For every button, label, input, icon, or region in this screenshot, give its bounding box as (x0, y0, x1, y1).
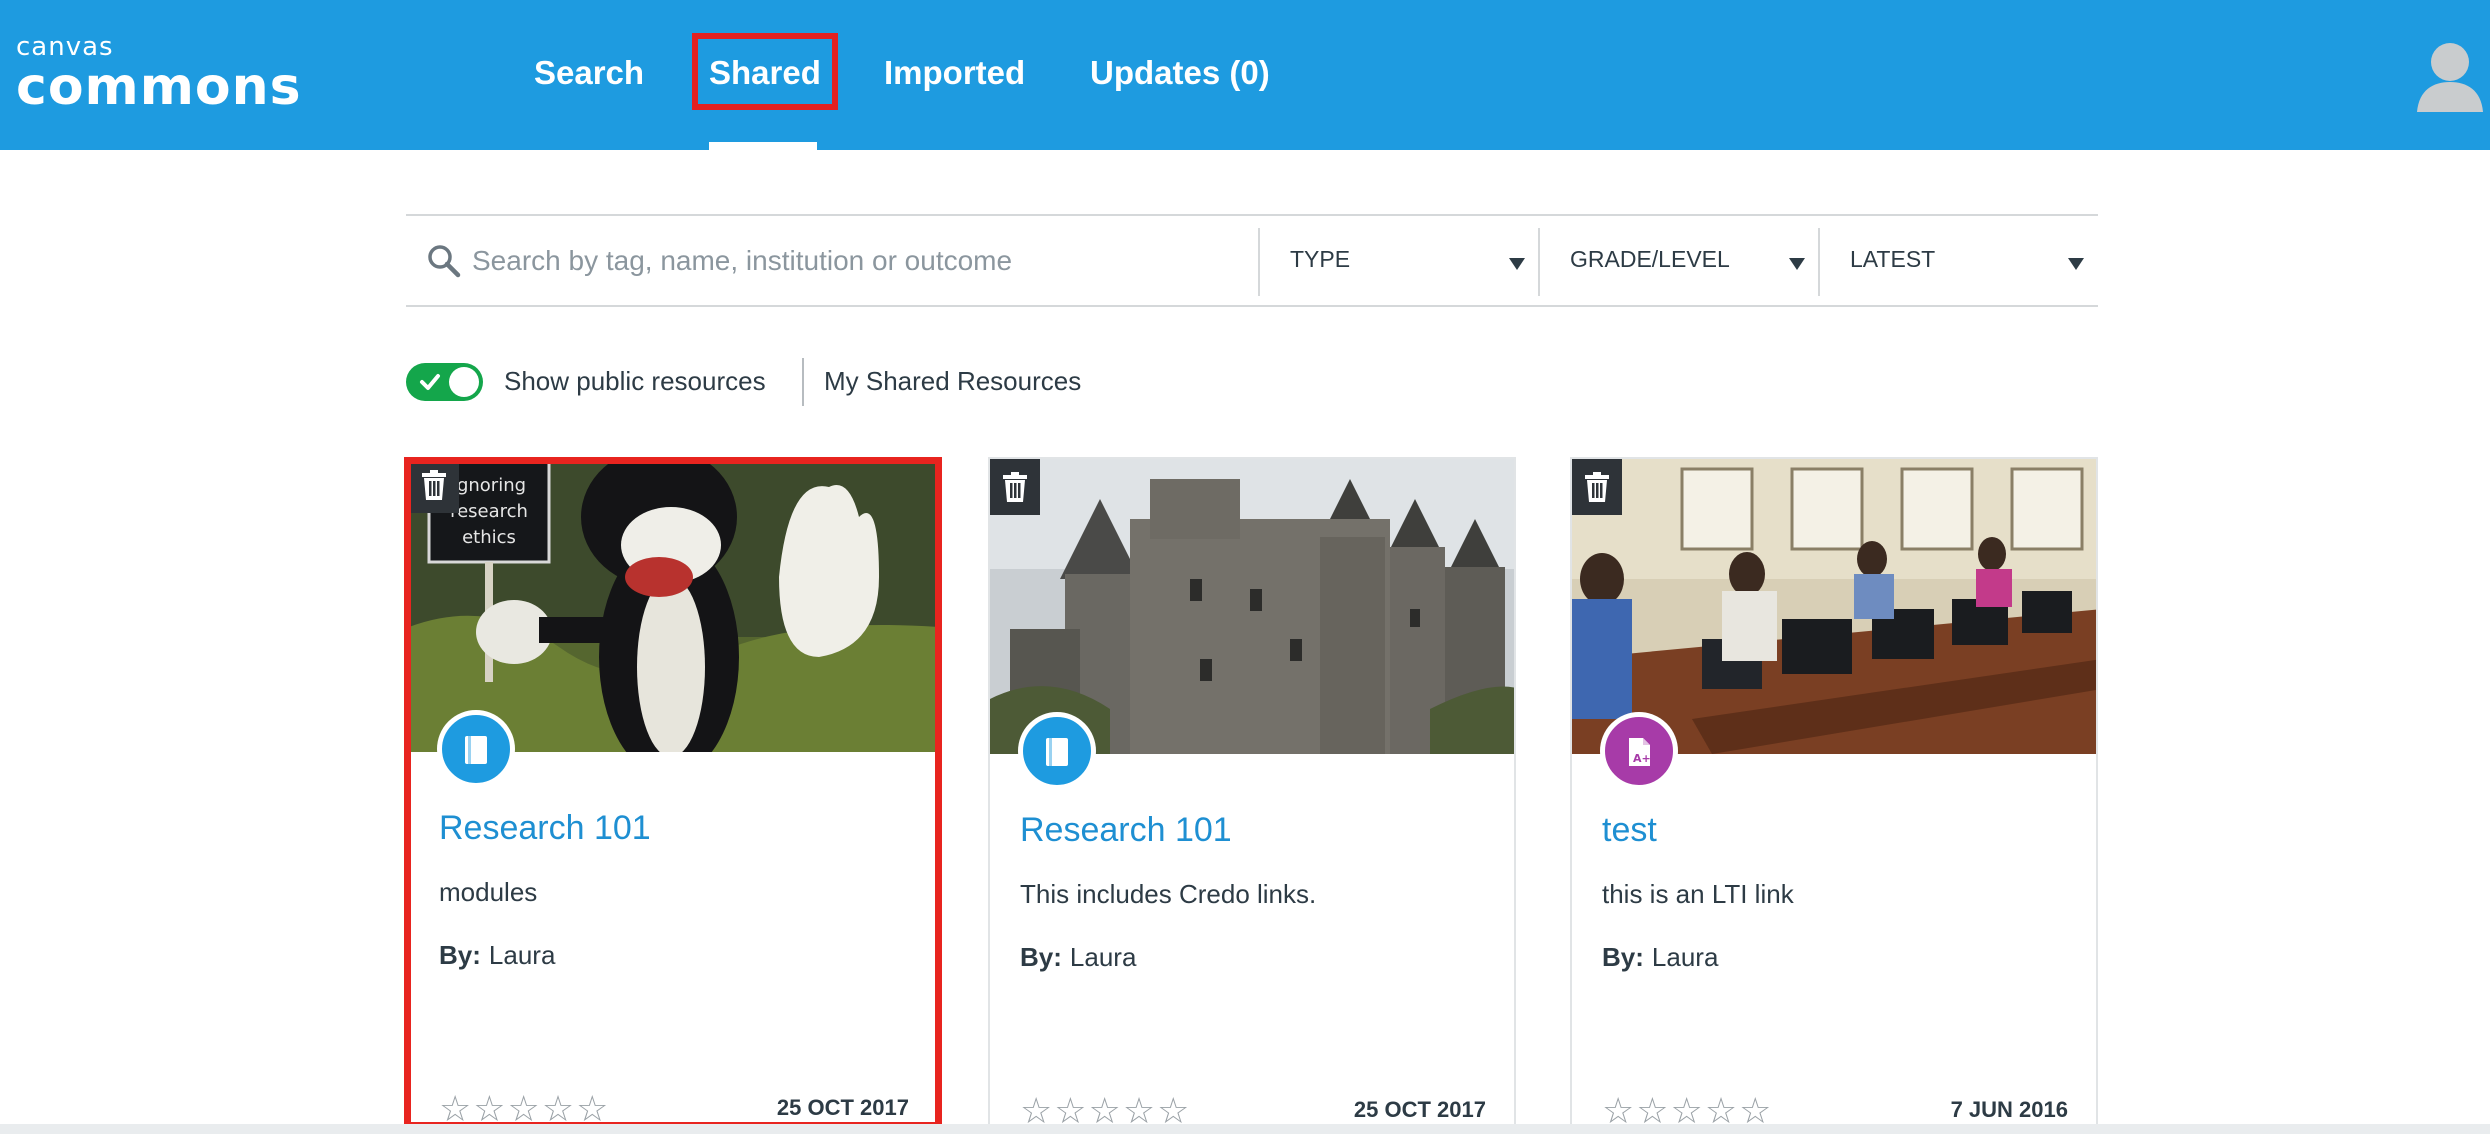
show-public-resources-label[interactable]: Show public resources (504, 366, 766, 397)
active-tab-highlight-box (692, 33, 838, 110)
show-public-resources-toggle[interactable] (406, 363, 483, 401)
star-rating[interactable]: ☆☆☆☆☆ (439, 1089, 610, 1129)
caret-down-icon (1789, 258, 1805, 270)
my-shared-resources-link[interactable]: My Shared Resources (824, 366, 1081, 397)
castle-image (990, 459, 1514, 754)
active-tab-underline (709, 142, 817, 150)
sort-latest-label: LATEST (1850, 246, 1936, 272)
caret-down-icon (1509, 258, 1525, 270)
grade-level-filter-label: GRADE/LEVEL (1570, 246, 1730, 272)
author-label: By: (439, 940, 481, 970)
author-label: By: (1020, 942, 1062, 972)
sort-latest-select[interactable]: LATEST (1818, 228, 2098, 296)
resource-card-test[interactable]: A+ test this is an LTI link By: Laura ☆☆☆… (1570, 457, 2098, 1134)
card-author: By: Laura (1020, 942, 1136, 973)
delete-resource-button[interactable] (990, 459, 1040, 515)
card-thumbnail-image[interactable] (990, 459, 1514, 754)
sign-text-line-3: ethics (462, 527, 516, 548)
sign-text-line-2: research (450, 501, 528, 522)
card-title-link[interactable]: test (1602, 811, 1657, 850)
computer-lab-image (1572, 459, 2096, 754)
author-label: By: (1602, 942, 1644, 972)
delete-resource-button[interactable] (1572, 459, 1622, 515)
card-author: By: Laura (439, 940, 555, 971)
toggle-knob (449, 367, 479, 397)
type-filter-select[interactable]: TYPE (1258, 228, 1539, 296)
nav-tab-search[interactable]: Search (534, 50, 644, 96)
document-grade-icon: A+ (1629, 738, 1651, 766)
user-avatar[interactable] (2415, 34, 2485, 112)
assignment-type-badge: A+ (1600, 712, 1678, 790)
author-name: Laura (488, 940, 556, 970)
app-header: canvas commons Search Shared Imported Up… (0, 0, 2490, 150)
card-author: By: Laura (1602, 942, 1718, 973)
author-name: Laura (1069, 942, 1137, 972)
card-description: modules (439, 877, 538, 907)
sign-text-line-1: ignoring (452, 475, 526, 496)
toggle-row-divider (802, 358, 804, 406)
book-icon (465, 736, 487, 764)
checkmark-icon (420, 374, 440, 390)
card-description: this is an LTI link (1602, 879, 1794, 909)
book-icon (1046, 738, 1068, 766)
card-date: 7 JUN 2016 (1950, 1097, 2068, 1122)
trash-icon (1003, 472, 1027, 502)
nav-tab-updates[interactable]: Updates (0) (1090, 50, 1270, 96)
caret-down-icon (2068, 258, 2084, 270)
course-type-badge (437, 710, 515, 788)
card-thumbnail-image[interactable]: ignoring research ethics (409, 457, 937, 752)
card-date: 25 OCT 2017 (1353, 1097, 1486, 1122)
nav-tab-imported[interactable]: Imported (884, 50, 1025, 96)
delete-resource-button[interactable] (409, 457, 459, 513)
grade-level-filter-select[interactable]: GRADE/LEVEL (1538, 228, 1819, 296)
card-thumbnail-image[interactable] (1572, 459, 2096, 754)
user-silhouette-icon (2417, 43, 2483, 112)
resource-card-research-101-modules[interactable]: ignoring research ethics Research 101 mo… (409, 457, 937, 1134)
search-icon (428, 245, 461, 278)
search-filter-bar: TYPE GRADE/LEVEL LATEST (406, 214, 2098, 307)
canvas-commons-logo[interactable]: canvas commons (16, 34, 302, 113)
resource-card-research-101-credo[interactable]: Research 101 This includes Credo links. … (988, 457, 1516, 1134)
card-description: This includes Credo links. (1020, 879, 1317, 909)
card-date: 25 OCT 2017 (776, 1095, 909, 1120)
page-bottom-edge (0, 1124, 2490, 1134)
svg-text:A+: A+ (1633, 752, 1651, 765)
card-title-link[interactable]: Research 101 (439, 809, 651, 848)
mascot-holding-sign-image: ignoring research ethics (409, 457, 937, 752)
trash-icon (1585, 472, 1609, 502)
logo-main-text: commons (16, 57, 302, 117)
author-name: Laura (1651, 942, 1719, 972)
card-title-link[interactable]: Research 101 (1020, 811, 1232, 850)
course-type-badge (1018, 712, 1096, 790)
type-filter-label: TYPE (1290, 246, 1351, 272)
trash-icon (422, 470, 446, 500)
